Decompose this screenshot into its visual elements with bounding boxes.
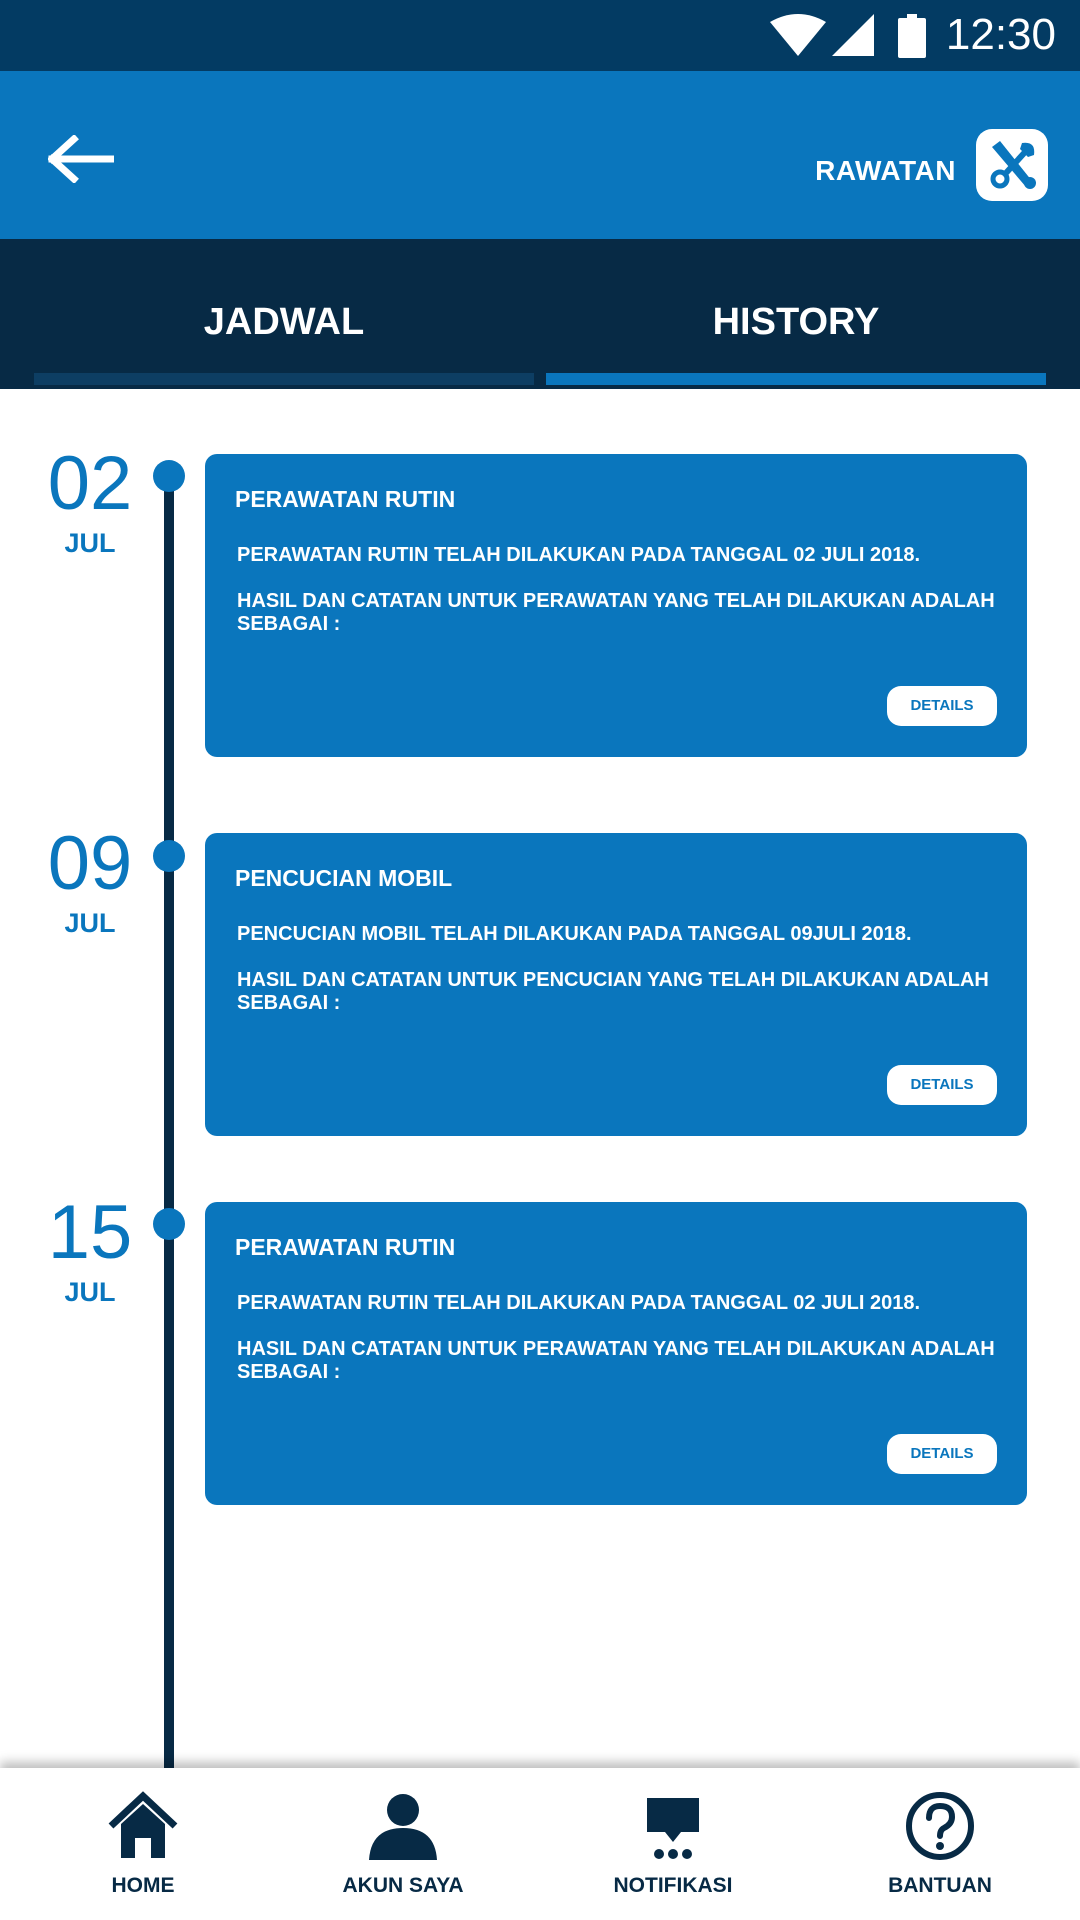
history-card-text: PENCUCIAN MOBIL TELAH DILAKUKAN PADA TAN… (237, 923, 912, 945)
history-card-text: PERAWATAN RUTIN TELAH DILAKUKAN PADA TAN… (237, 544, 921, 566)
history-date: 15 JUL (30, 1195, 150, 1308)
history-card: PENCUCIAN MOBIL PENCUCIAN MOBIL TELAH DI… (205, 833, 1027, 1136)
page-title: RAWATAN (815, 155, 956, 186)
history-card-notes: HASIL DAN CATATAN UNTUK PENCUCIAN YANG T… (237, 969, 989, 1014)
timeline-dot (153, 460, 185, 492)
help-icon (906, 1792, 974, 1860)
chat-icon (647, 1798, 699, 1859)
history-card-text: PERAWATAN RUTIN TELAH DILAKUKAN PADA TAN… (237, 1292, 921, 1314)
tab-indicator-active (546, 373, 1046, 385)
nav-notifikasi[interactable]: NOTIFIKASI (573, 1768, 773, 1920)
timeline-line (164, 474, 174, 1768)
nav-label: NOTIFIKASI (613, 1874, 733, 1897)
history-card-notes: HASIL DAN CATATAN UNTUK PERAWATAN YANG T… (237, 1338, 995, 1383)
status-clock: 12:30 (945, 10, 1056, 59)
details-button[interactable]: DETAILS (887, 686, 997, 726)
nav-label: HOME (111, 1874, 175, 1897)
tab-history[interactable]: HISTORY (546, 239, 1046, 389)
arrow-left-icon (47, 134, 116, 184)
history-card-title: PENCUCIAN MOBIL (235, 865, 453, 891)
history-card-title: PERAWATAN RUTIN (235, 1234, 456, 1260)
nav-label: BANTUAN (888, 1874, 992, 1897)
history-date: 02 JUL (30, 446, 150, 559)
nav-bantuan[interactable]: BANTUAN (840, 1768, 1040, 1920)
tab-indicator (34, 373, 534, 385)
history-day: 15 (47, 1190, 133, 1275)
history-month: JUL (64, 528, 116, 558)
history-day: 02 (47, 441, 133, 526)
history-month: JUL (64, 908, 116, 938)
back-button[interactable] (47, 134, 116, 184)
status-bar: 12:30 (0, 0, 1080, 71)
wifi-icon (770, 14, 826, 56)
bottom-nav: HOME AKUN SAYA NOTIFIKASI BANTUAN (0, 1768, 1080, 1920)
history-card-title: PERAWATAN RUTIN (235, 486, 456, 512)
history-card: PERAWATAN RUTIN PERAWATAN RUTIN TELAH DI… (205, 454, 1027, 757)
app-logo (976, 129, 1048, 201)
history-day: 09 (47, 821, 133, 906)
signal-icon (832, 14, 874, 56)
history-card: PERAWATAN RUTIN PERAWATAN RUTIN TELAH DI… (205, 1202, 1027, 1505)
history-card-notes: HASIL DAN CATATAN UNTUK PERAWATAN YANG T… (237, 590, 995, 635)
tab-jadwal[interactable]: JADWAL (34, 239, 534, 389)
history-month: JUL (64, 1277, 116, 1307)
nav-label: AKUN SAYA (342, 1874, 464, 1897)
nav-home[interactable]: HOME (43, 1768, 243, 1920)
details-button[interactable]: DETAILS (887, 1434, 997, 1474)
tools-icon (990, 141, 1036, 189)
nav-akun-saya[interactable]: AKUN SAYA (303, 1768, 503, 1920)
history-date: 09 JUL (30, 826, 150, 939)
tab-label: HISTORY (712, 301, 880, 343)
timeline-dot (153, 1208, 185, 1240)
app-bar: RAWATAN (0, 71, 1080, 239)
timeline-dot (153, 840, 185, 872)
tab-bar: JADWAL HISTORY (0, 239, 1080, 389)
user-icon (369, 1794, 437, 1860)
home-icon (108, 1791, 178, 1858)
battery-icon (898, 14, 926, 58)
details-button[interactable]: DETAILS (887, 1065, 997, 1105)
tab-label: JADWAL (203, 301, 365, 343)
